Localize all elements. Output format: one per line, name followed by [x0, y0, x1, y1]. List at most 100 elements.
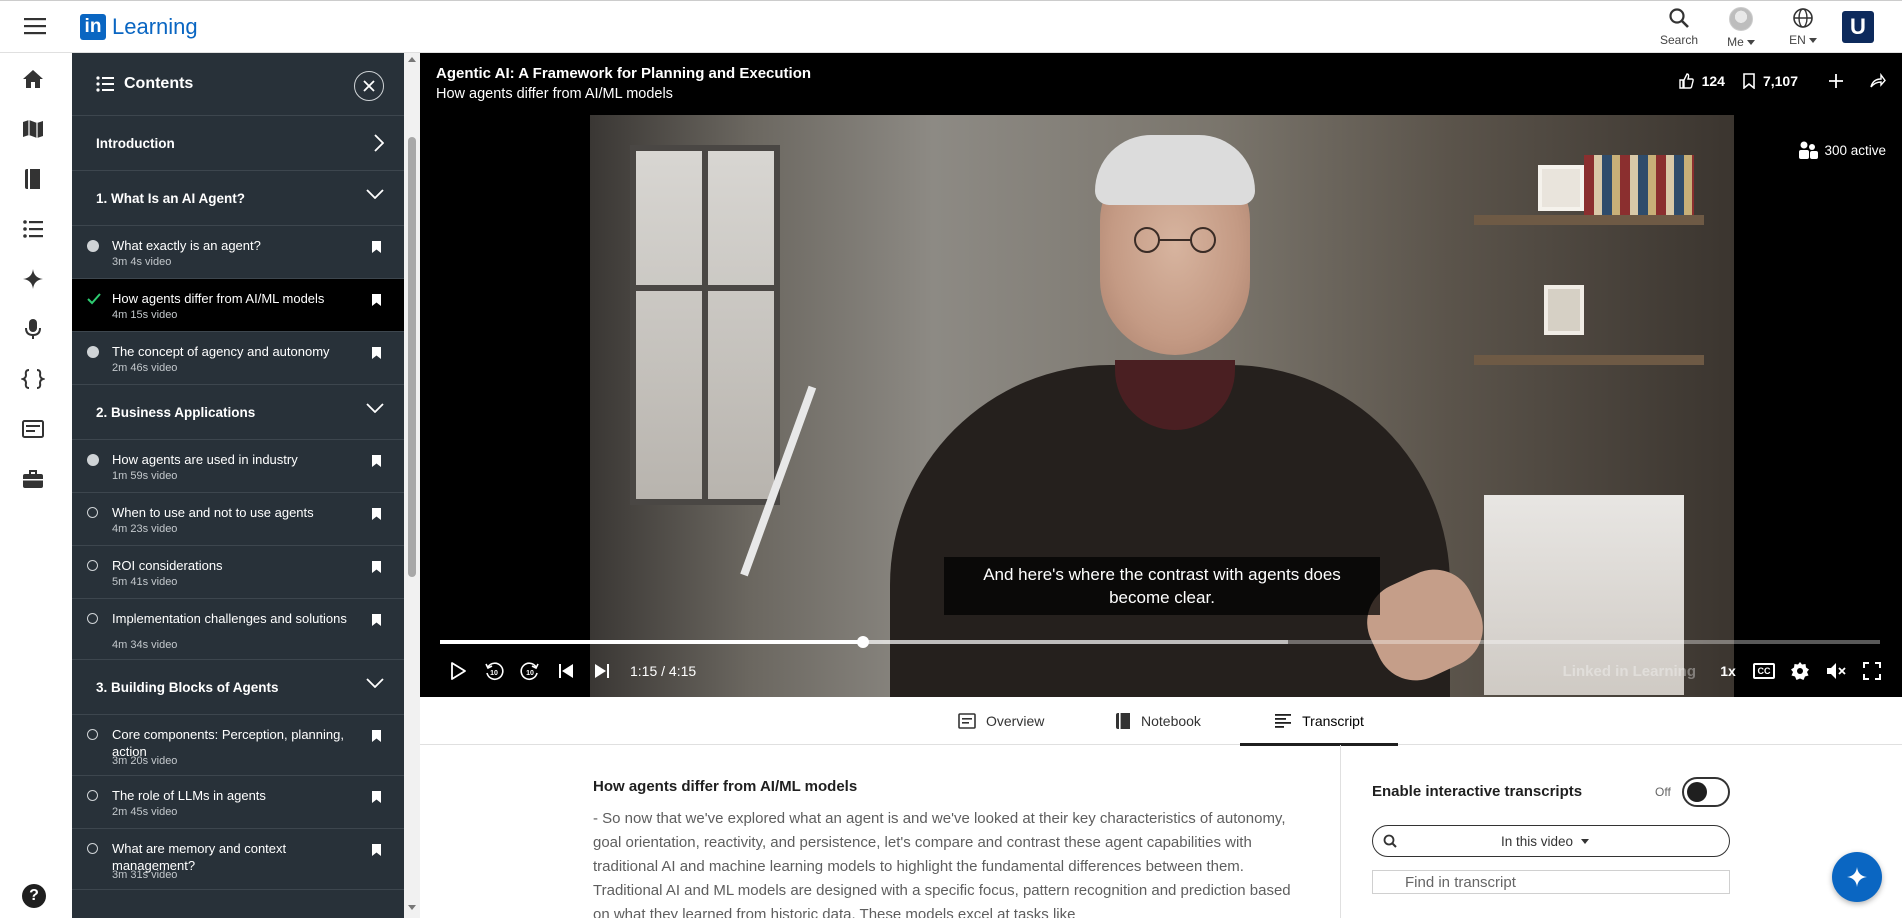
- scrollbar-thumb[interactable]: [408, 137, 416, 577]
- bookmark-icon: [1743, 73, 1755, 89]
- code-icon[interactable]: [21, 367, 47, 393]
- like-icon: [1678, 73, 1694, 89]
- contents-item[interactable]: How agents differ from AI/ML models 4m 15…: [72, 279, 404, 332]
- scroll-down-arrow-icon[interactable]: [408, 905, 416, 910]
- player-controls-right: Linked in Learning 1x CC: [1563, 657, 1890, 685]
- find-in-transcript-input[interactable]: [1372, 870, 1730, 894]
- player-controls-left: 10 10 1:15 / 4:15: [440, 657, 696, 685]
- home-icon[interactable]: [21, 67, 47, 93]
- next-video-button[interactable]: [584, 657, 620, 685]
- share-button[interactable]: [1870, 73, 1886, 89]
- rewind-10-button[interactable]: 10: [476, 657, 512, 685]
- close-contents-button[interactable]: [354, 71, 384, 101]
- contents-item[interactable]: ROI considerations 5m 41s video: [72, 546, 404, 599]
- bookmark-icon[interactable]: [371, 560, 382, 574]
- section-header[interactable]: 1. What Is an AI Agent?: [72, 171, 404, 226]
- sparkle-icon: [1847, 867, 1867, 887]
- add-to-button[interactable]: [1828, 73, 1844, 89]
- me-menu-button[interactable]: Me: [1710, 1, 1772, 54]
- bookmark-icon[interactable]: [371, 843, 382, 857]
- contents-item-title: ROI considerations: [112, 558, 223, 573]
- contents-item[interactable]: When to use and not to use agents 4m 23s …: [72, 493, 404, 546]
- tab-transcript[interactable]: Transcript: [1240, 697, 1398, 746]
- forward-10-button[interactable]: 10: [512, 657, 548, 685]
- ai-coach-button[interactable]: [1832, 852, 1882, 902]
- contents-item[interactable]: How agents are used in industry 1m 59s vi…: [72, 440, 404, 493]
- library-icon[interactable]: [21, 167, 47, 193]
- progress-bar[interactable]: [440, 636, 1880, 648]
- contents-item[interactable]: The concept of agency and autonomy 2m 46s…: [72, 332, 404, 385]
- interactive-transcripts-toggle[interactable]: [1682, 777, 1730, 807]
- rewind-10-icon: 10: [485, 662, 504, 680]
- playback-speed-button[interactable]: 1x: [1710, 663, 1746, 679]
- section-header[interactable]: 3. Building Blocks of Agents: [72, 660, 404, 715]
- contents-item[interactable]: What are memory and context management? 3…: [72, 829, 404, 890]
- contents-item-title: What exactly is an agent?: [112, 238, 261, 253]
- empty-circle-icon: [87, 507, 99, 519]
- section-header[interactable]: Introduction: [72, 116, 404, 171]
- plus-icon: [1829, 74, 1843, 88]
- scroll-up-arrow-icon[interactable]: [408, 57, 416, 62]
- share-icon: [1870, 73, 1886, 88]
- sparkle-icon[interactable]: [21, 267, 47, 293]
- contents-item[interactable]: The role of LLMs in agents 2m 45s video: [72, 776, 404, 829]
- playback-time: 1:15 / 4:15: [630, 663, 697, 679]
- menu-icon[interactable]: [24, 16, 46, 36]
- mute-button[interactable]: [1818, 657, 1854, 685]
- transcript-title: How agents differ from AI/ML models: [593, 778, 858, 795]
- section-header[interactable]: 2. Business Applications: [72, 385, 404, 440]
- bookmark-icon[interactable]: [371, 613, 382, 627]
- contents-item-duration: 3m 20s video: [112, 755, 178, 767]
- save-button[interactable]: 7,107: [1743, 73, 1798, 89]
- settings-button[interactable]: [1782, 657, 1818, 685]
- contents-item[interactable]: Implementation challenges and solutions 4…: [72, 599, 404, 660]
- map-icon[interactable]: [21, 117, 47, 143]
- play-button[interactable]: [440, 657, 476, 685]
- microphone-icon[interactable]: [21, 317, 47, 343]
- caret-down-icon: [1746, 39, 1755, 45]
- list-icon: [96, 75, 114, 93]
- contents-item[interactable]: What exactly is an agent? 3m 4s video: [72, 226, 404, 279]
- bookmark-icon[interactable]: [371, 729, 382, 743]
- tab-notebook[interactable]: Notebook: [1115, 697, 1201, 745]
- logo-text: Learning: [112, 14, 198, 39]
- help-icon[interactable]: ?: [22, 884, 46, 908]
- chevron-right-icon: [374, 134, 384, 152]
- previous-video-button[interactable]: [548, 657, 584, 685]
- course-title: Agentic AI: A Framework for Planning and…: [436, 65, 812, 82]
- bookmark-icon[interactable]: [371, 240, 382, 254]
- language-button[interactable]: EN: [1772, 1, 1834, 54]
- search-button[interactable]: Search: [1648, 1, 1710, 54]
- contents-title: Contents: [124, 75, 194, 92]
- bookmark-icon[interactable]: [371, 293, 382, 307]
- contents-item[interactable]: Core components: Perception, planning, a…: [72, 715, 404, 776]
- fullscreen-button[interactable]: [1854, 657, 1890, 685]
- contents-item-duration: 5m 41s video: [112, 576, 178, 588]
- bookmark-icon[interactable]: [371, 790, 382, 804]
- linkedin-learning-logo[interactable]: in Learning: [80, 14, 198, 40]
- fullscreen-icon: [1863, 662, 1881, 680]
- like-button[interactable]: 124: [1678, 73, 1725, 89]
- bookmark-icon[interactable]: [371, 346, 382, 360]
- skip-next-icon: [595, 664, 609, 678]
- contents-item-title: The role of LLMs in agents: [112, 788, 266, 803]
- tab-overview[interactable]: Overview: [958, 697, 1044, 745]
- contents-item-duration: 4m 15s video: [112, 309, 178, 321]
- transcript-scope-select[interactable]: In this video: [1372, 825, 1730, 857]
- bookmark-icon[interactable]: [371, 454, 382, 468]
- tab-overview-label: Overview: [986, 713, 1045, 729]
- briefcase-icon[interactable]: [21, 467, 47, 493]
- organization-logo[interactable]: U: [1842, 11, 1874, 43]
- save-count: 7,107: [1762, 73, 1798, 89]
- bookmark-icon[interactable]: [371, 507, 382, 521]
- certificate-icon[interactable]: [21, 417, 47, 443]
- video-player[interactable]: Agentic AI: A Framework for Planning and…: [420, 53, 1902, 697]
- progress-dot-icon: [87, 346, 99, 358]
- gear-icon: [1791, 662, 1809, 680]
- section-title: 3. Building Blocks of Agents: [96, 680, 279, 695]
- checkmark-icon: [87, 293, 101, 305]
- list-icon[interactable]: [21, 217, 47, 243]
- closed-captions-button[interactable]: CC: [1746, 657, 1782, 685]
- search-label: Search: [1659, 33, 1699, 47]
- contents-scrollbar[interactable]: [404, 53, 420, 918]
